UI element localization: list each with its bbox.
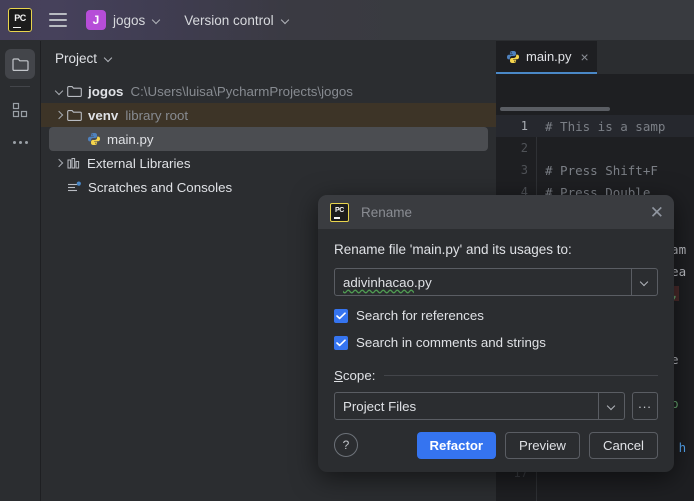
rename-input-dropdown-button[interactable]	[631, 269, 657, 295]
tree-sublabel: library root	[125, 107, 189, 123]
cancel-button[interactable]: Cancel	[588, 431, 658, 459]
rename-input-suffix: .py	[413, 274, 432, 290]
scope-label-rest: cope:	[342, 368, 376, 383]
pycharm-logo-underline	[13, 26, 21, 28]
rename-input[interactable]: adivinhacao .py	[335, 269, 631, 295]
checkbox-checked-icon	[334, 335, 348, 350]
refactor-button[interactable]: Refactor	[416, 431, 497, 459]
scope-select-dropdown-button[interactable]	[598, 393, 624, 419]
tree-row-external-libraries[interactable]: External Libraries	[41, 151, 496, 175]
grid-icon	[12, 102, 28, 118]
scope-section-header: Scope:	[334, 368, 658, 383]
tree-label: Scratches and Consoles	[88, 179, 233, 195]
scratches-icon	[67, 181, 82, 194]
project-panel-header[interactable]: Project	[41, 41, 496, 75]
checkbox-label: Search in comments and strings	[356, 335, 546, 350]
dialog-body: Rename file 'main.py' and its usages to:…	[318, 229, 674, 420]
folder-icon	[67, 109, 82, 122]
folder-icon	[11, 57, 29, 71]
checkbox-search-in-comments-and-strings[interactable]: Search in comments and strings	[334, 335, 658, 350]
project-tree: jogos C:\Users\luisa\PycharmProjects\jog…	[41, 75, 496, 199]
checkbox-checked-icon	[334, 308, 348, 323]
checkbox-label: Search for references	[356, 308, 484, 323]
horizontal-scrollbar-thumb[interactable]	[500, 107, 610, 111]
chevron-down-icon	[281, 16, 290, 25]
scope-row: Project Files ...	[334, 392, 658, 420]
library-icon	[67, 157, 81, 170]
dot	[18, 140, 22, 144]
rail-item-project[interactable]	[5, 49, 35, 79]
chevron-down-icon	[607, 402, 616, 411]
scope-select[interactable]: Project Files	[334, 392, 625, 420]
pycharm-logo-underline	[334, 217, 340, 219]
version-control-label: Version control	[184, 12, 274, 28]
line-number: 2	[520, 141, 528, 155]
project-panel-title: Project	[55, 50, 98, 66]
project-selector[interactable]: J jogos	[86, 10, 161, 30]
checkbox-search-for-references[interactable]: Search for references	[334, 308, 658, 323]
editor-tab-label: main.py	[526, 49, 572, 64]
folder-icon	[67, 85, 82, 98]
tool-window-rail	[0, 41, 41, 501]
title-bar: PC J jogos Version control	[0, 0, 694, 41]
help-button[interactable]: ?	[334, 433, 358, 457]
rename-input-combo[interactable]: adivinhacao .py	[334, 268, 658, 296]
tree-label: venv	[88, 107, 119, 123]
tree-row-jogos[interactable]: jogos C:\Users\luisa\PycharmProjects\jog…	[41, 79, 496, 103]
chevron-down-icon	[152, 16, 161, 25]
hamburger-line	[49, 25, 67, 27]
tree-row-venv[interactable]: venv library root	[41, 103, 496, 127]
tree-row-main-py[interactable]: main.py	[49, 127, 488, 151]
editor-tab-main-py[interactable]: main.py ×	[496, 41, 597, 74]
scope-browse-button[interactable]: ...	[632, 392, 658, 420]
line-text: # Press Shift+F	[545, 162, 658, 178]
pycharm-logo-text: PC	[14, 12, 26, 23]
expand-arrow-icon[interactable]	[51, 88, 67, 94]
close-icon[interactable]: ✕	[650, 204, 664, 221]
dot	[24, 140, 28, 144]
rail-item-more[interactable]	[5, 127, 35, 157]
chevron-down-icon	[640, 278, 649, 287]
scope-label: Scope:	[334, 368, 375, 383]
tree-label: External Libraries	[87, 155, 191, 171]
tree-label: jogos	[88, 83, 124, 99]
line-number: 1	[520, 119, 528, 133]
line-text: # This is a samp	[545, 118, 666, 134]
tree-sublabel: C:\Users\luisa\PycharmProjects\jogos	[130, 83, 353, 99]
tree-label: main.py	[107, 131, 154, 147]
expand-arrow-icon[interactable]	[51, 112, 67, 118]
expand-arrow-icon[interactable]	[51, 160, 67, 166]
project-name-label: jogos	[113, 12, 146, 28]
python-icon	[87, 132, 101, 146]
pycharm-window: PC J jogos Version control Project jogos…	[0, 0, 694, 501]
pycharm-logo-icon: PC	[8, 8, 32, 32]
rename-prompt-label: Rename file 'main.py' and its usages to:	[334, 242, 572, 257]
scope-label-mnemonic: S	[334, 368, 343, 383]
pycharm-logo-icon: PC	[330, 202, 349, 222]
rename-input-value: adivinhacao	[343, 274, 414, 290]
hamburger-line	[49, 13, 67, 15]
pycharm-logo-text: PC	[334, 207, 345, 214]
close-icon[interactable]: ×	[581, 49, 589, 65]
dialog-title-bar: PC Rename ✕	[318, 195, 674, 229]
preview-button[interactable]: Preview	[505, 431, 580, 459]
rail-item-plugins[interactable]	[5, 95, 35, 125]
project-badge: J	[86, 10, 106, 30]
rail-separator	[10, 86, 30, 87]
version-control-selector[interactable]: Version control	[184, 13, 289, 28]
rename-dialog: PC Rename ✕ Rename file 'main.py' and it…	[318, 195, 674, 472]
scope-separator-line	[384, 375, 658, 376]
scope-select-value: Project Files	[343, 398, 417, 414]
python-icon	[506, 50, 520, 64]
hamburger-line	[49, 19, 67, 21]
dialog-footer: ? Refactor Preview Cancel	[318, 418, 674, 472]
dot	[12, 140, 16, 144]
chevron-down-icon	[104, 54, 113, 63]
dialog-title: Rename	[361, 204, 413, 220]
line-number: 3	[520, 163, 528, 177]
ellipsis-icon	[12, 140, 28, 144]
main-menu-button[interactable]	[49, 13, 67, 27]
